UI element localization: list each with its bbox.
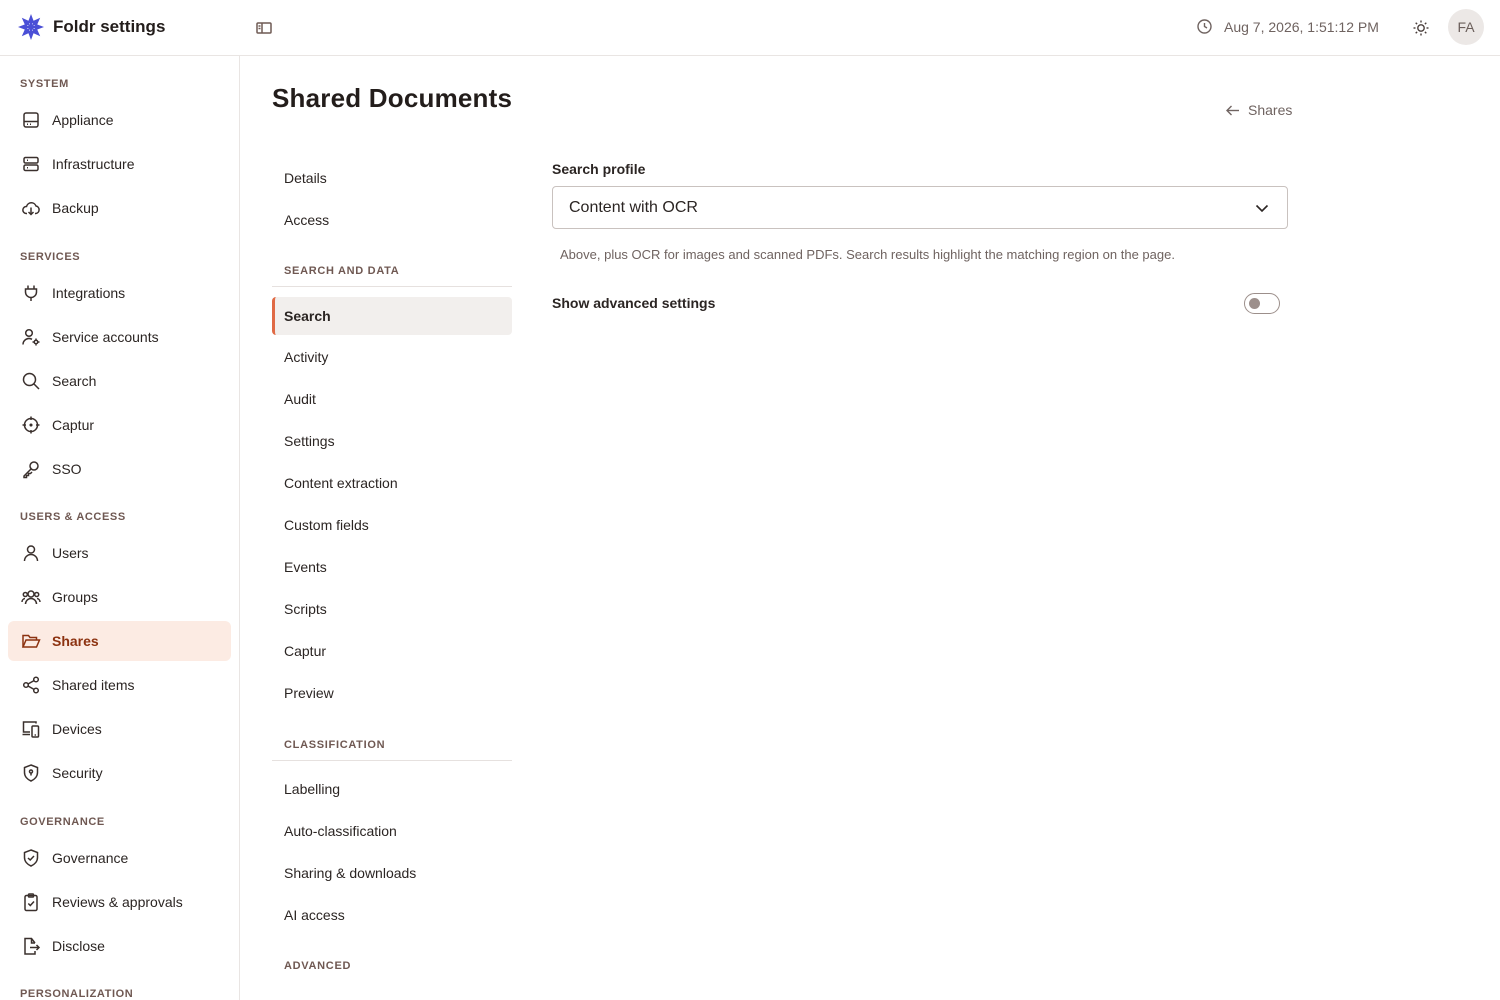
search-profile-help-text: Above, plus OCR for images and scanned P…: [560, 247, 1175, 262]
sidebar-item-reviews-approvals[interactable]: Reviews & approvals: [8, 882, 231, 922]
sidebar-item-appliance[interactable]: Appliance: [8, 100, 231, 140]
sidebar-item-label: Users: [52, 545, 89, 561]
subnav-item-ai-access[interactable]: AI access: [272, 896, 512, 934]
sidebar-item-captur[interactable]: Captur: [8, 405, 231, 445]
key-icon: [23, 461, 39, 479]
subnav-item-access[interactable]: Access: [272, 201, 512, 239]
arrow-left-icon: [1226, 105, 1239, 115]
appliance-icon: [23, 112, 39, 128]
sidebar: SYSTEM Appliance Infrastructure Backup S…: [0, 56, 240, 1000]
sidebar-item-label: Shares: [52, 633, 99, 649]
page-title: Shared Documents: [272, 83, 513, 113]
subnav-section-classification: CLASSIFICATION: [272, 739, 512, 761]
subnav-item-sharing-downloads[interactable]: Sharing & downloads: [272, 854, 512, 892]
subnav-item-activity[interactable]: Activity: [272, 338, 512, 376]
sidebar-item-label: SSO: [52, 461, 82, 477]
sidebar-item-integrations[interactable]: Integrations: [8, 273, 231, 313]
sidebar-item-label: Backup: [52, 200, 99, 216]
sidebar-item-disclose[interactable]: Disclose: [8, 926, 231, 966]
avatar[interactable]: FA: [1448, 9, 1484, 45]
subnav-section-search-and-data: SEARCH AND DATA: [272, 265, 512, 287]
plug-icon: [24, 285, 38, 301]
current-datetime: Aug 7, 2026, 1:51:12 PM: [1224, 18, 1379, 35]
sidebar-section-services: SERVICES: [20, 251, 81, 263]
subnav-item-preview[interactable]: Preview: [272, 674, 512, 712]
search-profile-value: Content with OCR: [569, 198, 698, 216]
sidebar-item-shares[interactable]: Shares: [8, 621, 231, 661]
sidebar-item-label: Reviews & approvals: [52, 894, 183, 910]
users-icon: [21, 590, 41, 605]
foldr-logo-icon: [18, 14, 44, 40]
sidebar-item-label: Appliance: [52, 112, 114, 128]
devices-icon: [22, 721, 40, 738]
search-icon: [22, 372, 40, 390]
search-profile-label: Search profile: [552, 161, 646, 177]
subnav-item-auto-classification[interactable]: Auto-classification: [272, 812, 512, 850]
sidebar-item-security[interactable]: Security: [8, 753, 231, 793]
subnav-item-content-extraction[interactable]: Content extraction: [272, 464, 512, 502]
sidebar-item-groups[interactable]: Groups: [8, 577, 231, 617]
sun-icon[interactable]: [1410, 17, 1432, 39]
subnav-item-details[interactable]: Details: [272, 159, 512, 197]
advanced-settings-label: Show advanced settings: [552, 295, 716, 311]
clock-icon: [1197, 19, 1212, 34]
subnav-item-events[interactable]: Events: [272, 548, 512, 586]
sidebar-item-label: Devices: [52, 721, 102, 737]
crosshair-icon: [22, 416, 40, 434]
user-gear-icon: [22, 328, 40, 346]
server-icon: [23, 156, 39, 172]
clock: Aug 7, 2026, 1:51:12 PM: [1196, 18, 1379, 35]
sidebar-item-label: Integrations: [52, 285, 126, 301]
sidebar-item-search[interactable]: Search: [8, 361, 231, 401]
subnav-item-scripts[interactable]: Scripts: [272, 590, 512, 628]
shield-check-icon: [23, 849, 39, 867]
shield-icon: [23, 764, 39, 782]
subnav-item-search[interactable]: Search: [272, 297, 512, 335]
subnav-item-settings[interactable]: Settings: [272, 422, 512, 460]
subnav-item-captur[interactable]: Captur: [272, 632, 512, 670]
sidebar-item-label: Groups: [52, 589, 98, 605]
sidebar-item-label: Service accounts: [52, 329, 159, 345]
sidebar-item-shared-items[interactable]: Shared items: [8, 665, 231, 705]
sidebar-section-governance: GOVERNANCE: [20, 816, 105, 828]
sidebar-item-label: Security: [52, 765, 103, 781]
subnav-item-audit[interactable]: Audit: [272, 380, 512, 418]
share-icon: [22, 676, 40, 694]
toggle-knob: [1249, 298, 1260, 309]
sidebar-toggle-icon[interactable]: [254, 18, 274, 38]
back-link-label: Shares: [1248, 102, 1293, 118]
sidebar-section-system: SYSTEM: [20, 78, 69, 90]
sidebar-item-governance[interactable]: Governance: [8, 838, 231, 878]
back-to-shares-link[interactable]: Shares: [1225, 102, 1292, 118]
sidebar-item-infrastructure[interactable]: Infrastructure: [8, 144, 231, 184]
file-export-icon: [24, 937, 41, 955]
sidebar-section-personalization: PERSONALIZATION: [20, 988, 134, 1000]
brand: Foldr settings: [17, 13, 165, 41]
subnav-item-labelling[interactable]: Labelling: [272, 770, 512, 808]
sidebar-item-label: Captur: [52, 417, 95, 433]
sidebar-item-label: Infrastructure: [52, 156, 135, 172]
subnav-item-custom-fields[interactable]: Custom fields: [272, 506, 512, 544]
search-profile-select[interactable]: Content with OCR: [552, 186, 1288, 229]
sidebar-item-service-accounts[interactable]: Service accounts: [8, 317, 231, 357]
sidebar-item-backup[interactable]: Backup: [8, 188, 231, 228]
sidebar-item-label: Governance: [52, 850, 129, 866]
user-icon: [23, 545, 39, 562]
sidebar-item-label: Disclose: [52, 938, 105, 954]
sidebar-item-devices[interactable]: Devices: [8, 709, 231, 749]
sidebar-section-users-access: USERS & ACCESS: [20, 511, 126, 523]
app-title: Foldr settings: [53, 17, 166, 36]
sidebar-item-users[interactable]: Users: [8, 533, 231, 573]
subnav-section-advanced: ADVANCED: [284, 960, 352, 972]
advanced-settings-toggle[interactable]: [1244, 293, 1280, 314]
folder-open-icon: [21, 634, 41, 648]
sidebar-item-label: Shared items: [52, 677, 135, 693]
chevron-down-icon: [1255, 204, 1269, 213]
clipboard-check-icon: [24, 893, 38, 912]
sidebar-item-label: Search: [52, 373, 97, 389]
top-bar: Foldr settings Aug 7, 2026, 1:51:12 PM F…: [0, 0, 1500, 56]
cloud-download-icon: [22, 202, 40, 216]
sidebar-item-sso[interactable]: SSO: [8, 449, 231, 489]
